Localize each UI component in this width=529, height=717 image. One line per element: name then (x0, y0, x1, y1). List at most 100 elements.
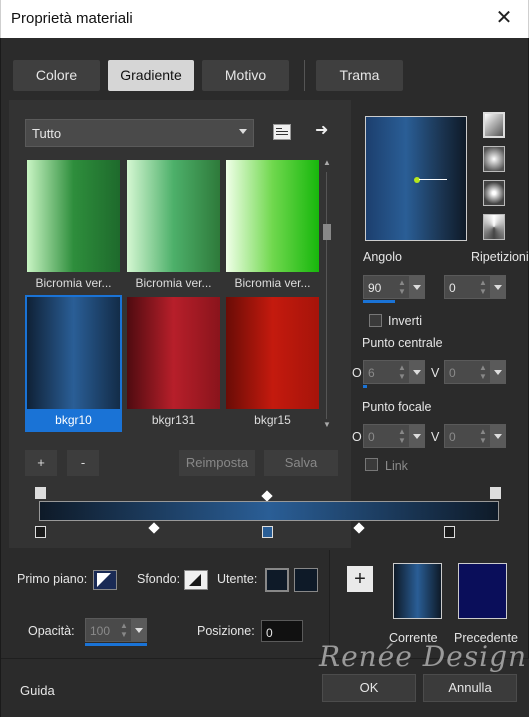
angle-dropdown[interactable] (409, 276, 424, 298)
add-swatch-icon[interactable]: + (347, 566, 373, 592)
color-midpoint[interactable] (353, 522, 365, 534)
scroll-down-icon[interactable]: ▼ (323, 420, 331, 429)
stepper-arrows-icon[interactable]: ▲ ▼ (118, 621, 130, 639)
opacity-slider-fill (85, 643, 147, 646)
opacity-stepper[interactable]: 100 ▲ ▼ (85, 618, 147, 642)
category-select[interactable]: Tutto (25, 119, 254, 147)
close-icon[interactable]: ✕ (490, 4, 518, 32)
title-bar: Proprietà materiali ✕ (0, 0, 529, 38)
swatch-label: bkgr10 (55, 413, 92, 427)
position-value: 0 (266, 626, 273, 640)
document-icon[interactable] (273, 124, 291, 140)
category-select-value: Tutto (32, 126, 62, 141)
color-stop-handle[interactable] (444, 526, 455, 538)
tab-texture[interactable]: Trama (316, 60, 403, 91)
tab-pattern[interactable]: Motivo (202, 60, 289, 91)
focal-h-stepper[interactable]: 0 ▲ ▼ (363, 424, 425, 448)
reset-button[interactable]: Reimposta (179, 450, 255, 476)
focal-v-label: V (431, 430, 440, 444)
swatch-label: Bicromia ver... (234, 276, 311, 290)
center-v-dropdown[interactable] (490, 361, 505, 383)
swatch-preview (226, 297, 319, 409)
gradient-preview[interactable] (365, 116, 467, 241)
cancel-button[interactable]: Annulla (423, 674, 517, 702)
focal-v-value: 0 (449, 430, 456, 444)
center-h-dropdown[interactable] (409, 361, 424, 383)
opacity-value: 100 (90, 624, 111, 638)
color-stop-handle[interactable] (35, 526, 46, 538)
watermark-logo: Renée Design (319, 640, 528, 673)
focal-h-dropdown[interactable] (409, 425, 424, 447)
repeats-label: Ripetizioni (471, 250, 529, 264)
scroll-up-icon[interactable]: ▲ (323, 158, 331, 167)
swatch-scrollbar[interactable]: ▲ ▼ (322, 158, 332, 433)
foreground-label: Primo piano: (17, 572, 88, 586)
swatch-preview (226, 160, 319, 272)
invert-label: Inverti (388, 314, 423, 328)
stepper-arrows-icon[interactable]: ▲ ▼ (396, 363, 408, 381)
invert-checkbox[interactable] (369, 314, 382, 327)
gradient-swatch[interactable]: Bicromia ver... (224, 158, 321, 295)
previous-swatch[interactable] (458, 563, 507, 619)
stepper-arrows-icon[interactable]: ▲ ▼ (477, 278, 489, 296)
add-gradient-button[interactable]: + (25, 450, 57, 476)
linear-style-button[interactable] (483, 112, 505, 138)
tab-color[interactable]: Colore (13, 60, 100, 91)
gradient-triangle-icon (189, 574, 201, 586)
angle-handle[interactable] (419, 179, 447, 180)
sunburst-style-button[interactable] (483, 180, 505, 206)
dialog-body: Colore Gradiente Motivo Trama Tutto ➜ Bi… (0, 38, 529, 717)
link-label: Link (385, 459, 408, 473)
focal-h-label: O (352, 430, 362, 444)
center-point-handle[interactable] (414, 177, 420, 183)
gradient-editor-bar[interactable] (39, 501, 499, 521)
opacity-dropdown[interactable] (131, 619, 146, 641)
foreground-swatch[interactable] (93, 570, 117, 590)
transparency-stop-handle[interactable] (490, 487, 501, 499)
stepper-arrows-icon[interactable]: ▲ ▼ (477, 427, 489, 445)
angle-label: Angolo (363, 250, 402, 264)
angle-stepper[interactable]: 90 ▲ ▼ (363, 275, 425, 299)
center-h-slider-fill (363, 385, 367, 388)
position-input[interactable]: 0 (261, 620, 303, 642)
color-stop-handle[interactable] (262, 526, 273, 538)
gradient-swatch[interactable]: bkgr15 (224, 295, 321, 432)
repeats-stepper[interactable]: 0 ▲ ▼ (444, 275, 506, 299)
background-swatch[interactable] (184, 570, 208, 590)
remove-gradient-button[interactable]: - (67, 450, 99, 476)
user-color-swatch-2[interactable] (294, 568, 318, 592)
gradient-swatch[interactable]: bkgr10 (25, 295, 122, 432)
save-button[interactable]: Salva (264, 450, 338, 476)
stepper-arrows-icon[interactable]: ▲ ▼ (396, 278, 408, 296)
center-h-stepper[interactable]: 6 ▲ ▼ (363, 360, 425, 384)
center-v-stepper[interactable]: 0 ▲ ▼ (444, 360, 506, 384)
radial-style-button[interactable] (483, 214, 505, 240)
link-checkbox[interactable] (365, 458, 378, 471)
center-point-label: Punto centrale (362, 336, 443, 350)
rectangular-style-button[interactable] (483, 146, 505, 172)
gradient-triangle-icon (97, 573, 111, 587)
background-label: Sfondo: (137, 572, 181, 586)
ok-button[interactable]: OK (322, 674, 416, 702)
stepper-arrows-icon[interactable]: ▲ ▼ (396, 427, 408, 445)
swatch-preview (127, 160, 220, 272)
scroll-thumb[interactable] (323, 224, 331, 240)
focal-h-value: 0 (368, 430, 375, 444)
gradient-swatch[interactable]: Bicromia ver... (125, 158, 222, 295)
help-link[interactable]: Guida (20, 683, 55, 698)
focal-v-dropdown[interactable] (490, 425, 505, 447)
arrow-right-icon[interactable]: ➜ (315, 120, 328, 140)
focal-v-stepper[interactable]: 0 ▲ ▼ (444, 424, 506, 448)
gradient-swatch[interactable]: Bicromia ver... (25, 158, 122, 295)
gradient-swatch-grid: Bicromia ver... Bicromia ver... Bicromia… (25, 158, 325, 433)
transparency-stop-handle[interactable] (35, 487, 46, 499)
user-color-swatch-1[interactable] (265, 568, 289, 592)
tab-gradient[interactable]: Gradiente (108, 60, 194, 91)
chevron-down-icon (239, 129, 247, 134)
current-swatch (393, 563, 442, 619)
stepper-arrows-icon[interactable]: ▲ ▼ (477, 363, 489, 381)
swatch-label: Bicromia ver... (135, 276, 212, 290)
repeats-dropdown[interactable] (490, 276, 505, 298)
gradient-swatch[interactable]: bkgr131 (125, 295, 222, 432)
position-label: Posizione: (197, 624, 255, 638)
